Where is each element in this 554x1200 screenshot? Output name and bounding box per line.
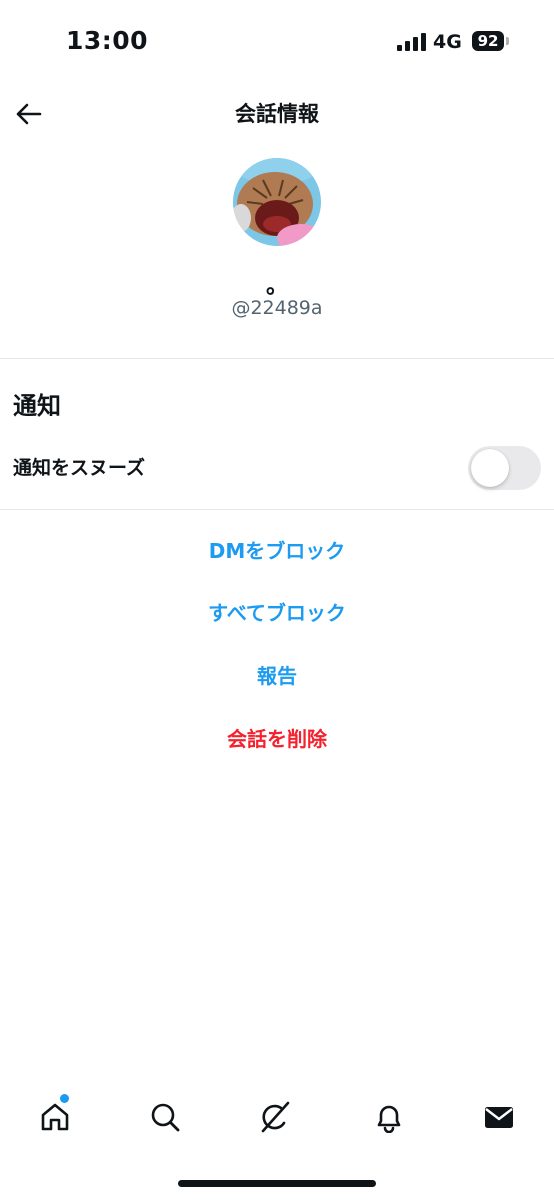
- tab-notifications[interactable]: [369, 1097, 409, 1137]
- mail-icon: [485, 1107, 513, 1128]
- bell-icon: [377, 1105, 401, 1133]
- display-name: 。: [265, 274, 288, 299]
- page-title: 会話情報: [235, 102, 319, 126]
- signal-icon: [397, 33, 426, 51]
- divider: [0, 509, 554, 510]
- avatar[interactable]: [233, 158, 321, 246]
- search-icon: [151, 1103, 180, 1132]
- delete-conversation-button[interactable]: 会話を削除: [0, 723, 554, 752]
- battery-cap: [506, 37, 509, 45]
- network-type: 4G: [433, 31, 462, 53]
- user-handle: @22489a: [231, 297, 323, 319]
- tab-messages[interactable]: [479, 1097, 519, 1137]
- toggle-knob: [471, 449, 509, 487]
- home-icon: [41, 1103, 69, 1131]
- battery-icon: 92: [472, 31, 504, 51]
- tab-grok[interactable]: [255, 1097, 295, 1137]
- tab-search[interactable]: [145, 1097, 185, 1137]
- grok-icon: [261, 1101, 290, 1133]
- section-title-notifications: 通知: [13, 392, 61, 420]
- divider: [0, 358, 554, 359]
- avatar-image: [233, 158, 321, 246]
- home-notification-dot: [60, 1094, 69, 1103]
- home-indicator: [178, 1180, 376, 1187]
- tab-home[interactable]: [35, 1097, 75, 1137]
- snooze-toggle[interactable]: [468, 446, 541, 490]
- header: 会話情報: [0, 84, 554, 144]
- status-time: 13:00: [66, 26, 149, 55]
- report-button[interactable]: 報告: [0, 660, 554, 689]
- block-dm-button[interactable]: DMをブロック: [0, 535, 554, 564]
- snooze-label: 通知をスヌーズ: [13, 457, 146, 479]
- block-all-button[interactable]: すべてブロック: [0, 597, 554, 626]
- status-bar: 13:00 4G 92: [0, 0, 554, 80]
